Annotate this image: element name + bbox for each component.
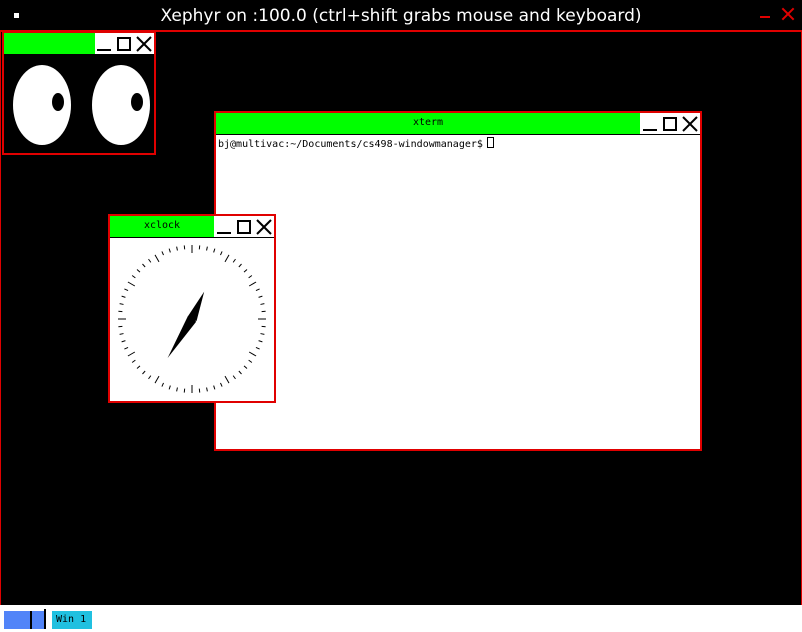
- xeyes-window[interactable]: [2, 31, 156, 155]
- maximize-icon[interactable]: [114, 33, 134, 54]
- clock-tick: [213, 248, 216, 253]
- xeyes-title: [4, 33, 95, 54]
- xclock-window[interactable]: xclock: [108, 214, 276, 403]
- analog-clock: [118, 245, 266, 393]
- close-icon[interactable]: [134, 33, 154, 54]
- clock-tick: [224, 254, 230, 263]
- workspace-divider: [44, 609, 46, 629]
- clock-tick: [124, 288, 129, 291]
- terminal-prompt: bj@multivac:~/Documents/cs498-windowmana…: [218, 139, 483, 150]
- xclock-title: xclock: [110, 216, 214, 237]
- workspace-indicator: [30, 611, 32, 629]
- clock-tick: [232, 375, 236, 380]
- xclock-titlebar[interactable]: xclock: [110, 216, 274, 238]
- clock-tick: [224, 375, 230, 384]
- maximize-icon[interactable]: [234, 216, 254, 237]
- maximize-icon[interactable]: [660, 113, 680, 134]
- clock-center: [188, 315, 196, 323]
- close-icon[interactable]: [680, 113, 700, 134]
- clock-tick: [176, 246, 178, 251]
- clock-tick: [260, 333, 265, 335]
- right-pupil: [131, 93, 143, 111]
- clock-tick: [255, 288, 260, 291]
- close-icon[interactable]: [780, 6, 796, 22]
- host-titlebar: Xephyr on :100.0 (ctrl+shift grabs mouse…: [0, 0, 802, 31]
- clock-tick: [213, 385, 216, 390]
- clock-tick: [260, 303, 265, 305]
- clock-tick: [154, 375, 160, 384]
- clock-tick: [161, 251, 164, 256]
- clock-tick: [255, 347, 260, 350]
- clock-tick: [124, 347, 129, 350]
- minimize-icon[interactable]: [640, 113, 660, 134]
- minimize-icon[interactable]: [94, 33, 114, 54]
- clock-tick: [220, 382, 223, 387]
- clock-tick: [238, 370, 242, 375]
- xterm-titlebar[interactable]: xterm: [216, 113, 700, 135]
- clock-tick: [142, 370, 146, 375]
- clock-tick: [161, 382, 164, 387]
- clock-tick: [121, 340, 126, 343]
- clock-tick: [220, 251, 223, 256]
- clock-tick: [148, 375, 152, 380]
- taskbar: Win 1: [0, 605, 802, 632]
- clock-tick: [136, 269, 141, 273]
- clock-tick: [121, 295, 126, 298]
- minimize-icon[interactable]: [214, 216, 234, 237]
- clock-tick: [127, 281, 136, 287]
- left-pupil: [52, 93, 64, 111]
- clock-tick: [248, 281, 257, 287]
- close-icon[interactable]: [254, 216, 274, 237]
- clock-tick: [258, 340, 263, 343]
- clock-tick: [238, 263, 242, 268]
- clock-tick: [119, 333, 124, 335]
- terminal-prompt-line: bj@multivac:~/Documents/cs498-windowmana…: [218, 137, 494, 150]
- clock-tick: [142, 263, 146, 268]
- minimize-icon[interactable]: [760, 16, 770, 18]
- clock-tick: [131, 359, 136, 363]
- clock-tick: [258, 295, 263, 298]
- clock-tick: [243, 269, 248, 273]
- xeyes-canvas: [4, 55, 154, 153]
- host-window-title: Xephyr on :100.0 (ctrl+shift grabs mouse…: [160, 6, 642, 26]
- clock-tick: [243, 365, 248, 369]
- eyes-graphic: [13, 65, 150, 145]
- workspace-button[interactable]: [4, 611, 44, 629]
- clock-tick: [206, 387, 208, 392]
- clock-tick: [168, 385, 171, 390]
- clock-tick: [232, 258, 236, 263]
- clock-tick: [136, 365, 141, 369]
- clock-tick: [154, 254, 160, 263]
- clock-tick: [168, 248, 171, 253]
- taskbar-item-win1[interactable]: Win 1: [52, 611, 92, 629]
- clock-tick: [148, 258, 152, 263]
- clock-tick: [248, 275, 253, 279]
- terminal-cursor: [486, 137, 494, 148]
- clock-tick: [248, 351, 257, 357]
- clock-tick: [127, 351, 136, 357]
- xterm-window[interactable]: xterm bj@multivac:~/Documents/cs498-wind…: [214, 111, 702, 451]
- clock-tick: [119, 303, 124, 305]
- clock-tick: [206, 246, 208, 251]
- terminal-area[interactable]: bj@multivac:~/Documents/cs498-windowmana…: [216, 135, 700, 449]
- clock-tick: [176, 387, 178, 392]
- xeyes-titlebar[interactable]: [4, 33, 154, 55]
- clock-face: [110, 238, 274, 401]
- xterm-title: xterm: [216, 113, 640, 134]
- clock-tick: [248, 359, 253, 363]
- clock-tick: [131, 275, 136, 279]
